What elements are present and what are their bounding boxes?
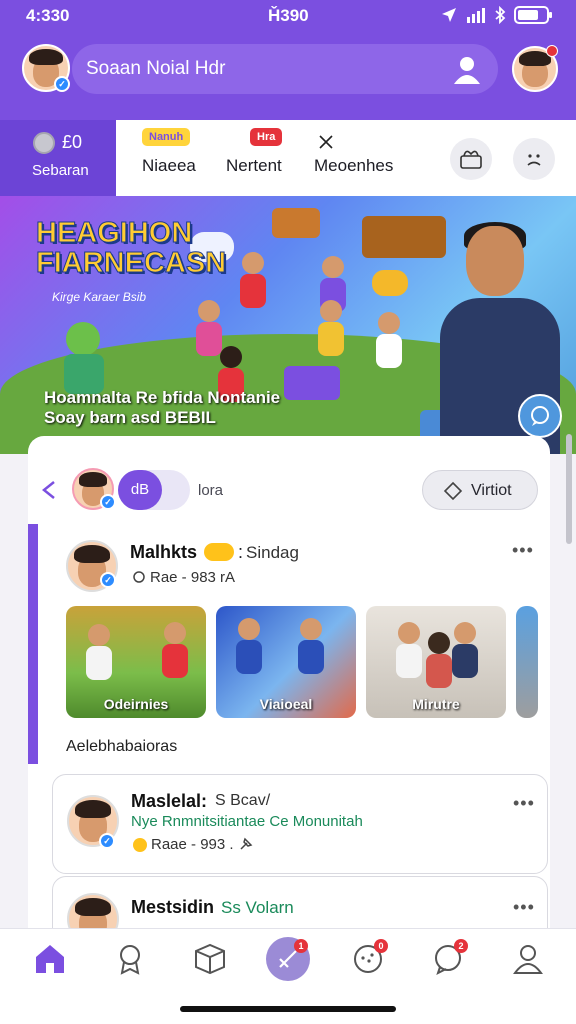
signal-icon <box>467 8 485 23</box>
media-thumbnail[interactable]: Viaioeal <box>216 606 356 718</box>
banner-caption-line2: Soay barn asd BEBIL <box>44 408 216 427</box>
post-author[interactable]: Malhkts <box>130 542 197 563</box>
nav-store[interactable] <box>188 937 232 981</box>
story-pill-label: dB <box>118 470 162 510</box>
tab-meoenhes[interactable]: Meoenhes <box>314 120 414 196</box>
tab-badge: Nanuh <box>142 128 191 146</box>
section-title: Aelebhabaioras <box>66 738 178 755</box>
post-tag: Sindag <box>246 543 299 562</box>
tab-badge: Hra <box>250 128 283 146</box>
tab-label: Meoenhes <box>314 156 394 175</box>
post-meta: Rae - 983 rA <box>150 569 236 586</box>
stories-row: ✓ dB lora Virtiot <box>28 462 550 518</box>
verified-badge-icon: ✓ <box>54 76 70 92</box>
post-author[interactable]: Maslelal: <box>131 791 207 812</box>
media-thumbnail[interactable]: Mirutre <box>366 606 506 718</box>
balance-label: Sebaran <box>32 162 89 179</box>
banner-caption-line1: Hoamnalta Re bfida Nontanie <box>44 388 281 407</box>
coin-icon <box>33 132 55 154</box>
banner-chat-button[interactable] <box>518 394 562 438</box>
home-icon <box>36 945 64 973</box>
chat-icon <box>531 406 549 426</box>
thumbnail-caption: Odeirnies <box>103 696 169 712</box>
post-card[interactable]: ✓ Maslelal: S Bcav/ Nye Rnmnitsitiantae … <box>52 774 548 874</box>
banner-subtitle: Kirge Karaer Bsib <box>52 290 147 304</box>
tab-strip: Nanuh Niaeea Hra Nertent Meoenhes <box>116 120 576 196</box>
bluetooth-icon <box>495 6 506 24</box>
status-center-text: Ȟ390 <box>268 6 309 25</box>
notification-dot-icon <box>546 45 558 57</box>
home-indicator <box>180 1006 396 1012</box>
balance-amount: £0 <box>62 132 83 152</box>
gear-icon <box>133 571 145 583</box>
pin-icon[interactable] <box>237 835 255 853</box>
emoji-icon <box>133 838 147 852</box>
nav-badge: 1 <box>294 939 308 953</box>
post-meta: Raae - 993 . <box>151 836 234 853</box>
profile-icon <box>513 945 543 974</box>
post-author[interactable]: Mestsidin <box>131 897 214 918</box>
nav-badge: 2 <box>454 939 468 953</box>
gift-button[interactable] <box>450 138 492 180</box>
nav-profile[interactable] <box>506 937 550 981</box>
verified-badge-icon: ✓ <box>100 572 116 588</box>
status-icons <box>440 5 554 25</box>
back-icon[interactable] <box>36 476 64 504</box>
box-icon <box>195 943 225 975</box>
banner-caption: Hoamnalta Re bfida Nontanie Soay barn as… <box>44 388 324 428</box>
battery-icon <box>514 6 552 24</box>
media-thumbnail[interactable]: Odeirnies <box>66 606 206 718</box>
virtiot-button[interactable]: Virtiot <box>422 470 538 510</box>
badge-icon <box>120 945 140 975</box>
profile-icon[interactable] <box>450 52 484 86</box>
story-pill[interactable]: dB <box>118 470 190 510</box>
post-tag: Ss Volarn <box>221 898 294 917</box>
nav-chat-bubbles[interactable]: 0 <box>346 937 390 981</box>
scrollbar[interactable] <box>566 434 572 544</box>
gift-icon <box>460 150 482 169</box>
search-text: Soaan Noial Hdr <box>86 58 226 79</box>
verified-badge-icon: ✓ <box>99 833 115 849</box>
feed-accent-bar <box>28 524 38 764</box>
nav-badges[interactable] <box>108 937 152 981</box>
tab-label: Nertent <box>226 156 282 175</box>
promo-banner[interactable]: HEAGIHON FIARNECASN Kirge Karaer Bsib Ho… <box>0 196 576 454</box>
search-bar[interactable]: Soaan Noial Hdr <box>72 44 498 94</box>
nav-messages[interactable]: 2 <box>426 937 470 981</box>
status-time: 4:330 <box>26 6 70 25</box>
balance-tab[interactable]: £0 Sebaran <box>0 120 116 196</box>
more-options-icon[interactable]: ••• <box>513 897 535 918</box>
tag-icon <box>443 481 463 501</box>
thumbnail-caption: Mirutre <box>412 696 460 712</box>
coin-emoji-icon <box>204 543 234 561</box>
sad-face-icon <box>527 154 541 166</box>
story-label: lora <box>198 482 224 499</box>
tab-label: Niaeea <box>142 156 196 175</box>
mood-button[interactable] <box>513 138 555 180</box>
tab-niaeea[interactable]: Nanuh Niaeea <box>142 120 222 196</box>
location-icon <box>442 8 456 22</box>
virtiot-button-label: Virtiot <box>471 482 512 499</box>
banner-title: HEAGIHON FIARNECASN <box>36 217 227 279</box>
nav-compose[interactable]: 1 <box>266 937 310 981</box>
media-thumbnail[interactable] <box>516 606 538 718</box>
post-handle: S Bcav/ <box>215 792 271 809</box>
status-bar: 4:330 Ȟ390 <box>0 0 576 30</box>
more-options-icon[interactable]: ••• <box>513 793 535 814</box>
nav-badge: 0 <box>374 939 388 953</box>
tab-nertent[interactable]: Hra Nertent <box>226 120 306 196</box>
more-options-icon[interactable]: ••• <box>512 540 534 561</box>
post-tag-separator: : <box>238 542 244 562</box>
sparkle-icon <box>319 135 333 149</box>
post-subtitle: Nye Rnmnitsitiantae Ce Monunitah <box>131 813 363 830</box>
verified-badge-icon: ✓ <box>100 494 116 510</box>
thumbnail-caption: Viaioeal <box>259 696 313 712</box>
nav-home[interactable] <box>28 937 72 981</box>
